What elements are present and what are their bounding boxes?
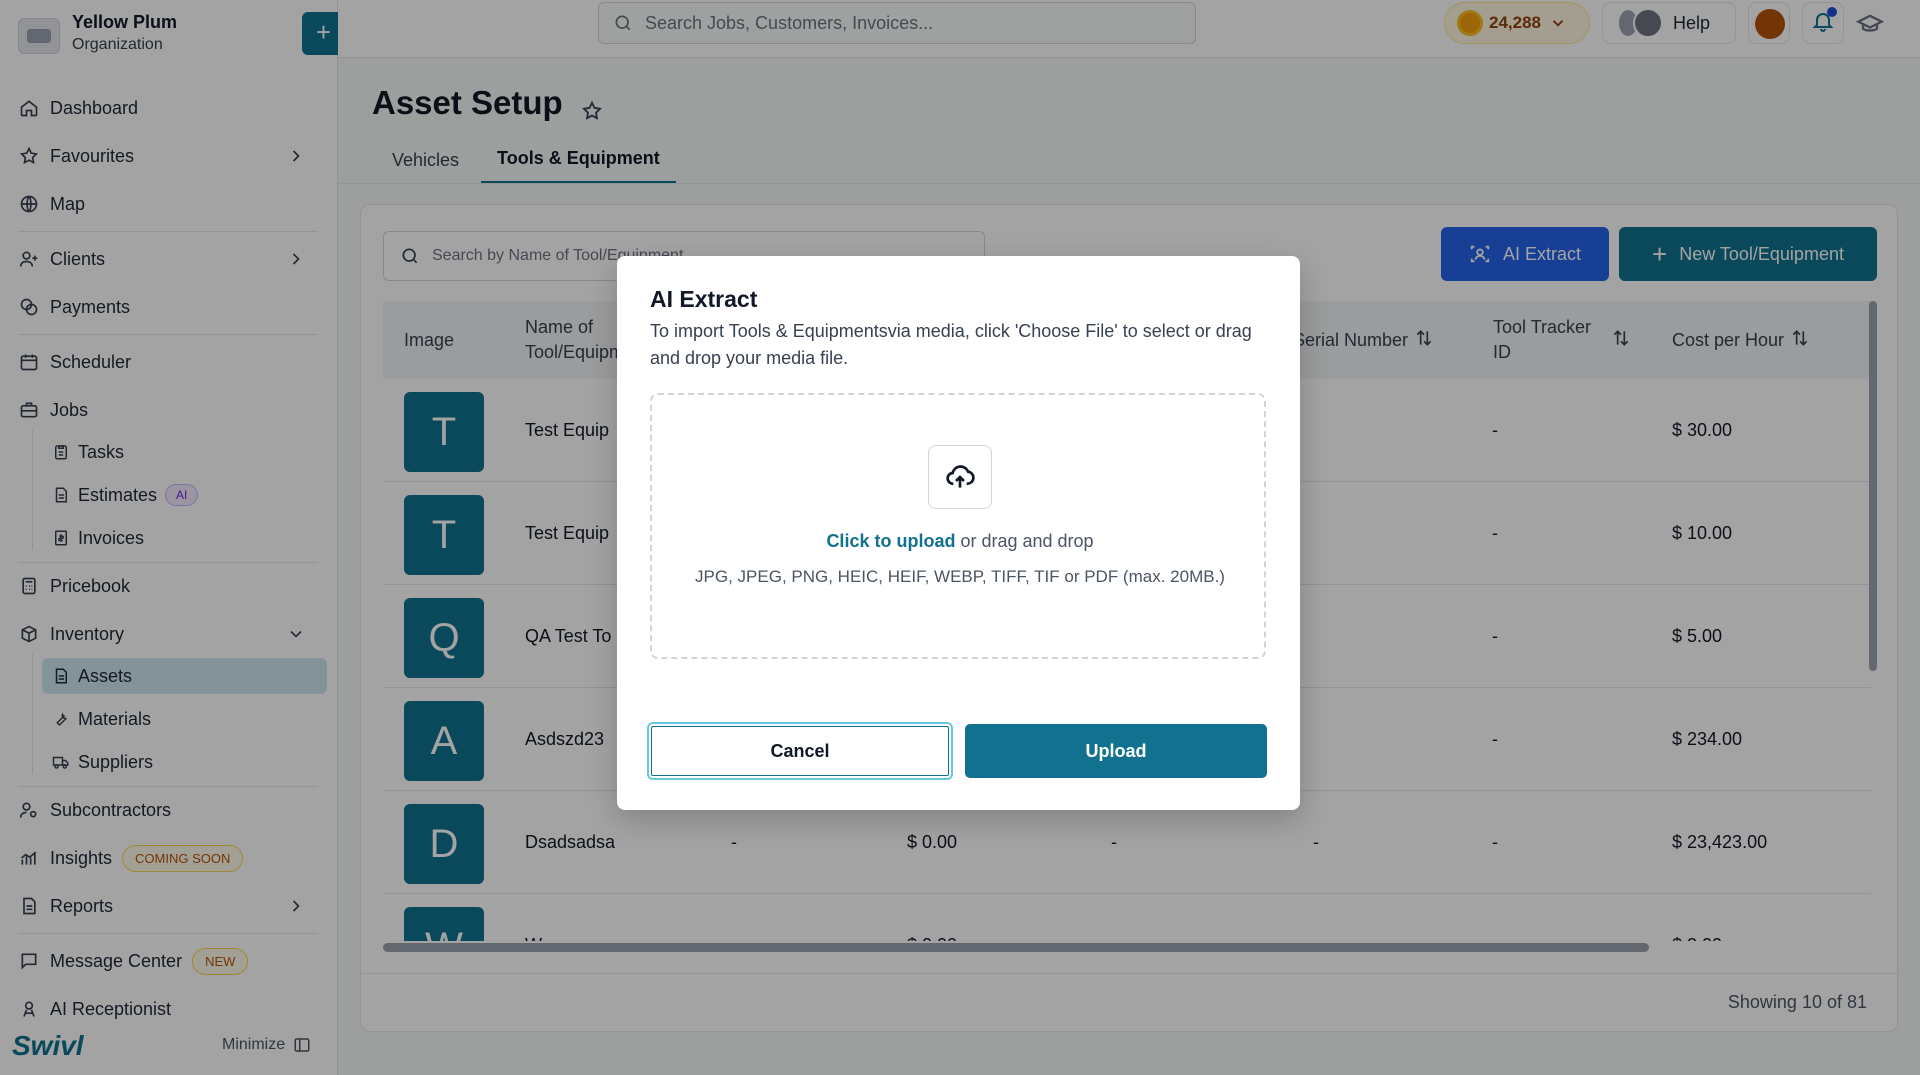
drag-drop-text: or drag and drop [955,531,1094,551]
cloud-upload-icon [928,445,992,509]
click-to-upload-link[interactable]: Click to upload [826,531,955,551]
file-dropzone[interactable]: Click to upload or drag and drop JPG, JP… [650,393,1266,659]
modal-description: To import Tools & Equipmentsvia media, c… [650,321,1252,368]
cancel-button[interactable]: Cancel [647,722,953,780]
dropzone-instruction: Click to upload or drag and drop [652,531,1268,552]
upload-button[interactable]: Upload [965,724,1267,778]
ai-extract-modal: AI Extract To import Tools & Equipmentsv… [617,256,1300,810]
accepted-formats: JPG, JPEG, PNG, HEIC, HEIF, WEBP, TIFF, … [695,567,1225,586]
modal-title: AI Extract [650,286,758,312]
